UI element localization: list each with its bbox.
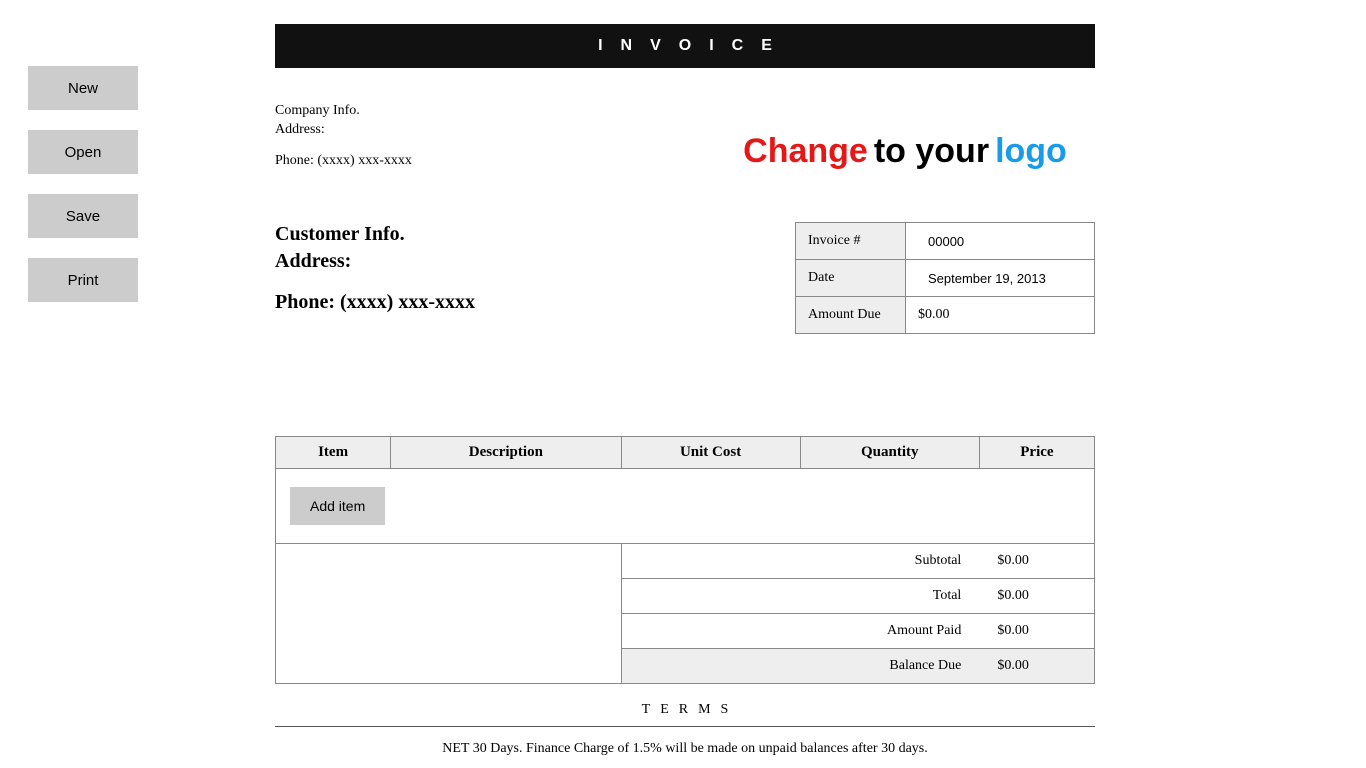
balance-due-label: Balance Due [621, 648, 979, 683]
print-button[interactable]: Print [28, 258, 138, 302]
logo-word-1: Change [743, 132, 868, 170]
total-value: $0.00 [979, 578, 1094, 613]
invoice-date-label: Date [796, 260, 906, 297]
terms-text: NET 30 Days. Finance Charge of 1.5% will… [275, 741, 1095, 757]
subtotal-value: $0.00 [979, 543, 1094, 578]
amount-due-value: $0.00 [906, 297, 1095, 334]
invoice-number-label: Invoice # [796, 223, 906, 260]
terms-heading: TERMS [275, 702, 1095, 727]
logo-word-3: logo [995, 132, 1067, 170]
amount-paid-label: Amount Paid [621, 613, 979, 648]
subtotal-label: Subtotal [621, 543, 979, 578]
company-name: Company Info. [275, 102, 1095, 121]
add-item-button[interactable]: Add item [290, 487, 385, 525]
open-button[interactable]: Open [28, 130, 138, 174]
amount-due-label: Amount Due [796, 297, 906, 334]
amount-paid-value[interactable]: $0.00 [979, 613, 1094, 648]
save-button[interactable]: Save [28, 194, 138, 238]
col-quantity: Quantity [800, 436, 979, 468]
col-unit-cost: Unit Cost [621, 436, 800, 468]
invoice-meta-table: Invoice # 00000 Date September 19, 2013 … [795, 222, 1095, 334]
sidebar: New Open Save Print [28, 66, 138, 322]
col-price: Price [979, 436, 1094, 468]
invoice-page: INVOICE Company Info. Address: Phone: (x… [275, 24, 1095, 757]
totals-spacer [276, 543, 622, 683]
add-item-cell: Add item [276, 468, 1095, 543]
logo-word-2: to your [874, 132, 989, 170]
logo-placeholder[interactable]: Changeto yourlogo [735, 134, 1075, 168]
balance-due-value: $0.00 [979, 648, 1094, 683]
col-description: Description [391, 436, 621, 468]
total-label: Total [621, 578, 979, 613]
new-button[interactable]: New [28, 66, 138, 110]
invoice-number-value[interactable]: 00000 [906, 223, 1095, 260]
line-items-table: Item Description Unit Cost Quantity Pric… [275, 436, 1095, 684]
col-item: Item [276, 436, 391, 468]
invoice-banner: INVOICE [275, 24, 1095, 68]
invoice-date-value[interactable]: September 19, 2013 [906, 260, 1095, 297]
